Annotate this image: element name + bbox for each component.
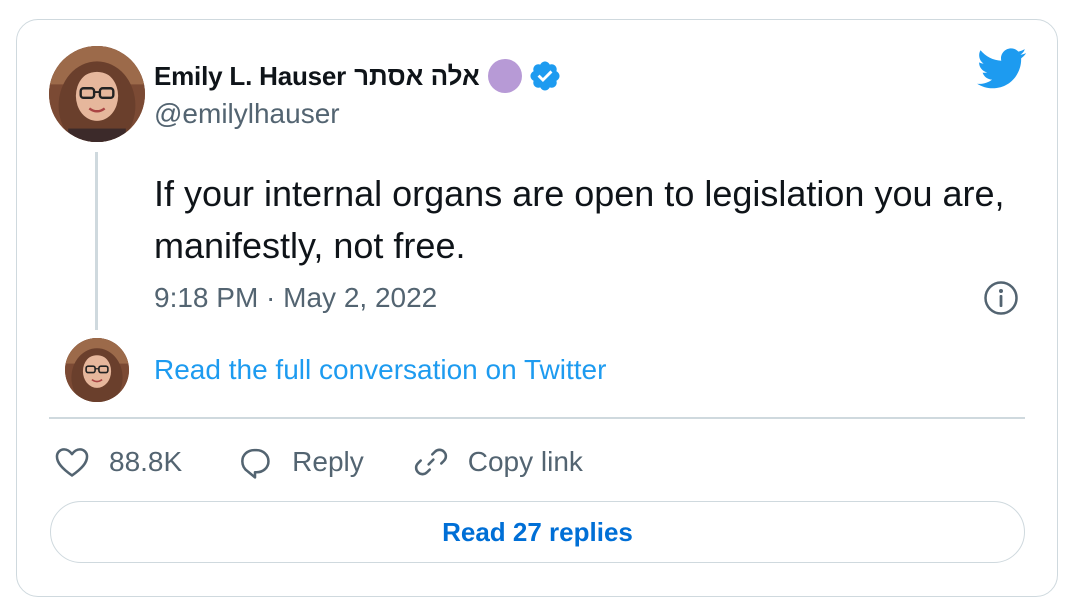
verified-badge-icon <box>528 59 562 93</box>
tweet-actions-bar: 88.8K Reply Copy link <box>53 440 583 484</box>
author-name-row[interactable]: Emily L. Hauser אלה אסתר <box>154 58 562 94</box>
info-icon[interactable] <box>983 280 1019 316</box>
thread-connector-line <box>95 152 98 330</box>
author-handle[interactable]: @emilylhauser <box>154 98 340 130</box>
read-replies-button[interactable]: Read 27 replies <box>50 501 1025 563</box>
tweet-text: If your internal organs are open to legi… <box>154 173 1005 266</box>
conversation-avatar[interactable] <box>65 338 129 402</box>
reply-button[interactable]: Reply <box>236 443 364 481</box>
like-button[interactable]: 88.8K <box>53 443 182 481</box>
purple-circle-badge-icon <box>487 59 522 93</box>
speech-bubble-icon <box>241 448 270 479</box>
author-avatar[interactable] <box>49 46 145 142</box>
like-count: 88.8K <box>109 446 183 477</box>
divider <box>49 417 1025 419</box>
copy-link-button[interactable]: Copy link <box>412 443 583 481</box>
link-icon <box>414 448 447 476</box>
author-display-name[interactable]: Emily L. Hauser <box>154 61 346 92</box>
heart-icon <box>55 448 89 477</box>
copy-link-label: Copy link <box>467 446 583 477</box>
tweet-timestamp[interactable]: 9:18 PM · May 2, 2022 <box>154 282 437 314</box>
reply-label: Reply <box>292 446 364 477</box>
tweet-embed-card: Emily L. Hauser אלה אסתר @emilylhauser I… <box>16 19 1058 597</box>
twitter-bird-icon[interactable] <box>977 48 1027 90</box>
author-hebrew-name: אלה אסתר <box>354 60 480 91</box>
read-full-conversation-link[interactable]: Read the full conversation on Twitter <box>154 354 606 386</box>
